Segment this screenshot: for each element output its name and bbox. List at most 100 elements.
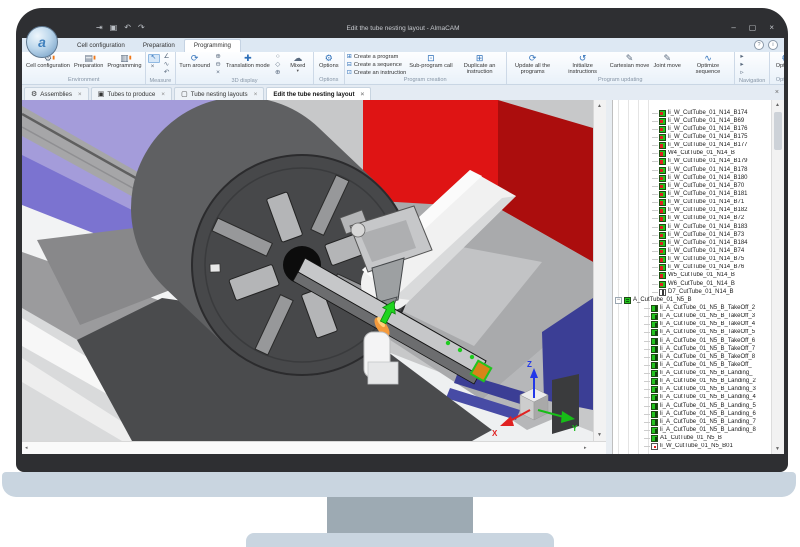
tree-item[interactable]: li_W_CutTube_01_N14_B179 (613, 158, 771, 166)
angle-icon[interactable]: ∠ (162, 54, 172, 61)
zoom-out-icon[interactable]: ⊖ (213, 62, 223, 69)
nav-first-icon[interactable]: ▸ (737, 54, 747, 61)
tree-item[interactable]: li_W_CutTube_01_N5_B01 (613, 443, 771, 451)
ribbon-tab-preparation[interactable]: Preparation (134, 39, 184, 52)
duplicate-an-instruction-button[interactable]: ⊞Duplicate an instruction (456, 53, 504, 75)
scroll-down-icon[interactable]: ▼ (597, 432, 602, 438)
scroll-left-icon[interactable]: ◂ (25, 445, 28, 451)
tree-scrollbar[interactable]: ▲ ▼ (771, 100, 784, 454)
tree-item[interactable]: li_A_CutTube_01_N5_B_Landing_8 (613, 426, 771, 434)
tree-item[interactable]: li_W_CutTube_01_N14_B69 (613, 117, 771, 125)
tree-item[interactable]: W4_CutTube_01_N14_B (613, 150, 771, 158)
tree-item[interactable]: li_A_CutTube_01_N5_B_TakeOff_6 (613, 337, 771, 345)
create-a-sequence-button[interactable]: ⊟Create a sequence (347, 62, 407, 69)
tree-item[interactable]: li_W_CutTube_01_N14_B174 (613, 109, 771, 117)
tree-item[interactable]: li_A_CutTube_01_N5_B_TakeOff_4 (613, 321, 771, 329)
zoom-in-icon[interactable]: ⊕ (213, 54, 223, 61)
initialize-instructions-button[interactable]: ↺Initialize instructions (559, 53, 607, 75)
tree-item[interactable]: li_A_CutTube_01_N5_B_TakeOff_8 (613, 353, 771, 361)
ribbon-tab-programming[interactable]: Programming (184, 39, 241, 52)
tree-item[interactable]: li_W_CutTube_01_N14_B72 (613, 215, 771, 223)
tree-item[interactable]: li_W_CutTube_01_N14_B73 (613, 231, 771, 239)
tree-item[interactable]: li_A_CutTube_01_N5_B_TakeOff_ (613, 361, 771, 369)
tree-item[interactable]: li_A_CutTube_01_N5_B_Landing_4 (613, 394, 771, 402)
viewport-vertical-scrollbar[interactable]: ▲ ▼ (593, 100, 606, 441)
tree-item[interactable]: li_A_CutTube_01_N5_B_Landing_2 (613, 378, 771, 386)
viewport-horizontal-scrollbar[interactable]: ◂ ▸ (22, 441, 606, 454)
tree-item[interactable]: li_A_CutTube_01_N5_B_TakeOff_2 (613, 304, 771, 312)
tree-item[interactable]: li_W_CutTube_01_N14_B74 (613, 247, 771, 255)
circle-icon[interactable]: ○ (273, 54, 283, 61)
scroll-up-icon[interactable]: ▲ (775, 102, 780, 108)
tree-item[interactable]: li_A_CutTube_01_N5_B_Landing_6 (613, 410, 771, 418)
tree-item[interactable]: li_A_CutTube_01_N5_B_Landing_7 (613, 418, 771, 426)
tree-item[interactable]: li_W_CutTube_01_N14_B180 (613, 174, 771, 182)
tree-item-icon (651, 305, 658, 312)
wave-icon[interactable]: ∿ (162, 62, 172, 69)
tree-item[interactable]: li_A_CutTube_01_N5_B_Landing_3 (613, 386, 771, 394)
optimize-sequence-button[interactable]: ∿Optimize sequence (684, 53, 732, 75)
nav-next-icon[interactable]: ▸ (737, 62, 747, 69)
tree-item[interactable]: W6_CutTube_01_N14_B (613, 280, 771, 288)
tree-item[interactable]: li_A_CutTube_01_N5_B_Landing_5 (613, 402, 771, 410)
tab-bar-close-icon[interactable]: × (775, 89, 779, 96)
tree-item[interactable]: W5_CutTube_01_N14_B (613, 272, 771, 280)
turn-around-button[interactable]: ⟳Turn around (178, 53, 211, 69)
close-button[interactable]: × (769, 23, 774, 33)
tree-item[interactable]: li_W_CutTube_01_N14_B177 (613, 142, 771, 150)
help-icon[interactable]: ? (754, 40, 764, 50)
close-x-icon[interactable]: × (148, 64, 158, 71)
close-icon[interactable]: × (254, 91, 258, 98)
tree-item[interactable]: li_W_CutTube_01_N14_B181 (613, 190, 771, 198)
tree-item[interactable]: li_W_CutTube_01_N14_B182 (613, 207, 771, 215)
tree-item[interactable]: li_A_CutTube_01_N5_B_TakeOff_5 (613, 329, 771, 337)
translation-mode-button[interactable]: ✚Translation mode (225, 53, 271, 69)
tree-item[interactable]: li_W_CutTube_01_N14_B70 (613, 182, 771, 190)
document-tab-assemblies[interactable]: ⚙Assemblies× (24, 87, 89, 100)
document-tab-tubes-to-produce[interactable]: ▣Tubes to produce× (91, 87, 172, 100)
options-button[interactable]: ⚙Options (316, 53, 342, 69)
tree-item[interactable]: li_W_CutTube_01_N14_B184 (613, 239, 771, 247)
close-icon[interactable]: × (78, 91, 82, 98)
tree-item[interactable]: li_W_CutTube_01_N14_B75 (613, 256, 771, 264)
cursor-icon[interactable]: ↖ (148, 54, 160, 63)
preparation-button[interactable]: ▤Preparation (73, 53, 104, 69)
joint-move-button[interactable]: ✎Joint move (652, 53, 682, 69)
tree-item[interactable]: li_W_CutTube_01_N14_B178 (613, 166, 771, 174)
cartesian-move-button[interactable]: ✎Cartesian move (609, 53, 651, 69)
icon-stack: ▸▸▹ (737, 53, 747, 77)
close-icon[interactable]: × (161, 91, 165, 98)
tree-item[interactable]: li_W_CutTube_01_N14_B76 (613, 264, 771, 272)
scroll-right-icon[interactable]: ▸ (584, 445, 587, 451)
close-icon[interactable]: × (361, 91, 365, 98)
cube-icon[interactable]: ◇ (273, 62, 283, 69)
create-a-program-button[interactable]: ⊞Create a program (347, 54, 407, 61)
minimize-button[interactable]: – (731, 23, 735, 33)
tree-item[interactable]: A1_CutTube_01_N5_B (613, 435, 771, 443)
ribbon-tab-cell-configuration[interactable]: Cell configuration (68, 39, 134, 52)
maximize-button[interactable]: ▢ (749, 23, 757, 33)
tree-item[interactable]: li_W_CutTube_01_N14_B183 (613, 223, 771, 231)
scrollbar-thumb[interactable] (774, 112, 782, 150)
tree-item[interactable]: li_W_CutTube_01_N14_B176 (613, 125, 771, 133)
tree-item[interactable]: li_A_CutTube_01_N5_B_TakeOff_3 (613, 313, 771, 321)
tree-item[interactable]: A_CutTube_01_N5_B (613, 296, 771, 304)
mixed-button[interactable]: ☁Mixed▾ (285, 53, 311, 73)
3d-viewport[interactable]: Z X Y (22, 100, 593, 441)
tree-item[interactable]: li_W_CutTube_01_N14_B175 (613, 133, 771, 141)
document-tab-tube-nesting-layouts[interactable]: ▢Tube nesting layouts× (174, 87, 264, 100)
info-icon[interactable]: i (768, 40, 778, 50)
tree-item[interactable]: D7_CutTube_01_N14_B (613, 288, 771, 296)
options-button[interactable]: ⚙Options (772, 53, 784, 69)
document-tab-edit-the-tube-nesting-layout[interactable]: Edit the tube nesting layout× (266, 87, 371, 100)
tree-item[interactable]: li_W_CutTube_01_N14_B71 (613, 199, 771, 207)
sub-program-call-button[interactable]: ⊡Sub-program call (408, 53, 453, 69)
update-all-the-programs-button[interactable]: ⟳Update all the programs (509, 53, 557, 75)
tree-item[interactable]: li_A_CutTube_01_N5_B_Landing_ (613, 370, 771, 378)
tree-item[interactable]: li_A_CutTube_01_N5_B_TakeOff_7 (613, 345, 771, 353)
app-logo[interactable]: a (26, 26, 58, 58)
expander-icon[interactable] (615, 297, 622, 304)
programming-button[interactable]: ▥Programming (106, 53, 142, 69)
scroll-up-icon[interactable]: ▲ (597, 103, 602, 109)
scroll-down-icon[interactable]: ▼ (775, 446, 780, 452)
